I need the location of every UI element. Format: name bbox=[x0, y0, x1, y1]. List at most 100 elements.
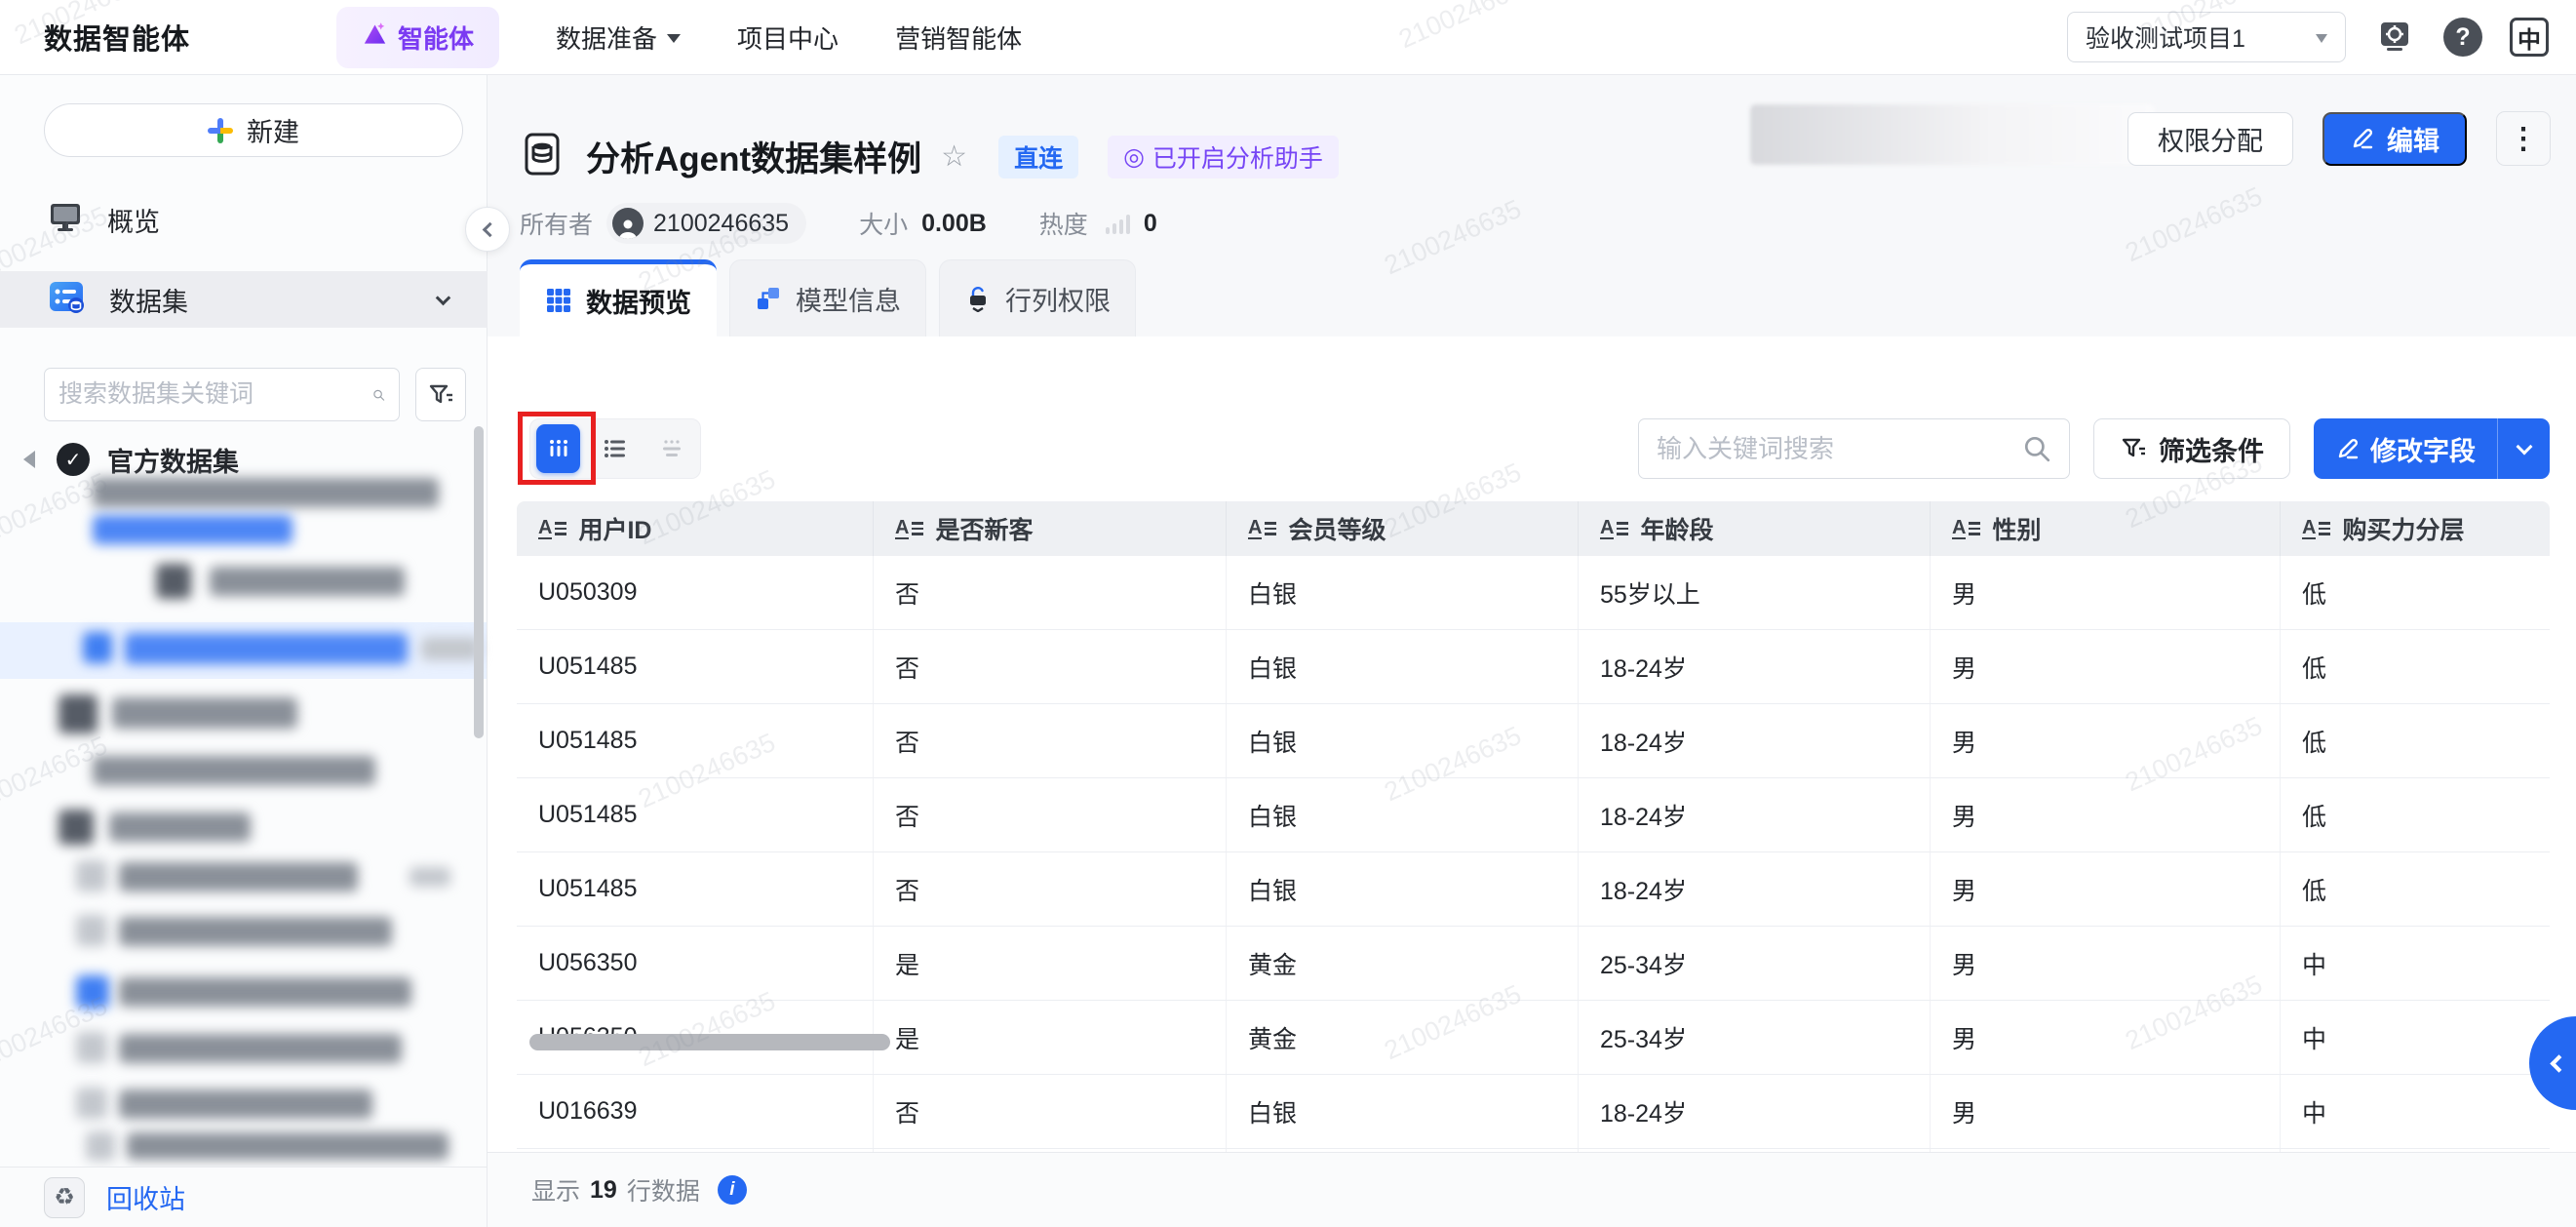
nav-item-project-center[interactable]: 项目中心 bbox=[737, 20, 839, 56]
info-icon[interactable]: i bbox=[718, 1175, 747, 1205]
horizontal-scrollbar[interactable] bbox=[529, 1034, 890, 1050]
tab-data-preview[interactable]: 数据预览 bbox=[520, 259, 717, 336]
table-cell: 低 bbox=[2281, 556, 2550, 629]
table-cell: 男 bbox=[1931, 852, 2281, 926]
chevron-down-icon bbox=[2316, 34, 2327, 43]
edit-fields-dropdown-button[interactable] bbox=[2497, 418, 2550, 479]
redacted-item[interactable] bbox=[125, 633, 408, 664]
table-cell: 18-24岁 bbox=[1579, 704, 1931, 777]
table-cell: 否 bbox=[874, 630, 1227, 703]
footer-show-label: 显示 bbox=[531, 1172, 580, 1207]
tree-expander-icon[interactable] bbox=[23, 451, 35, 468]
redacted-item[interactable] bbox=[93, 478, 439, 507]
table-cell: U051485 bbox=[517, 630, 874, 703]
table-cell: 低 bbox=[2281, 704, 2550, 777]
redacted-item[interactable] bbox=[119, 977, 411, 1007]
redacted-item[interactable] bbox=[76, 1088, 107, 1119]
owner-pill: 2100246635 bbox=[606, 203, 806, 244]
table-cell: 25-34岁 bbox=[1579, 1001, 1931, 1074]
nav-item-data-prep[interactable]: 数据准备 bbox=[556, 20, 681, 56]
redacted-item[interactable] bbox=[119, 917, 392, 946]
table-row: U056350是黄金25-34岁男中 bbox=[517, 927, 2550, 1001]
sidebar-item-datasets[interactable]: 数据集 bbox=[0, 271, 488, 328]
app-screen: 数据智能体 智能体 数据准备 项目中心 营销 bbox=[0, 0, 2576, 1227]
plus-icon bbox=[208, 118, 233, 143]
compact-rows-icon bbox=[658, 435, 685, 462]
edit-button[interactable]: 编辑 bbox=[2322, 112, 2467, 166]
table-header-cell: A年龄段 bbox=[1579, 501, 1931, 556]
redacted-item[interactable] bbox=[119, 1089, 372, 1119]
workspace-settings-icon[interactable] bbox=[2373, 16, 2416, 59]
redacted-item[interactable] bbox=[112, 697, 297, 729]
nav-item-agent[interactable]: 智能体 bbox=[336, 7, 499, 68]
redacted-item[interactable] bbox=[109, 812, 251, 842]
help-icon[interactable]: ? bbox=[2443, 18, 2482, 57]
database-icon bbox=[520, 132, 565, 181]
redacted-item[interactable] bbox=[59, 694, 98, 733]
redacted-item[interactable] bbox=[76, 1032, 107, 1063]
pencil-icon bbox=[2335, 436, 2361, 461]
redacted-item[interactable] bbox=[119, 1034, 402, 1063]
compact-view-button[interactable] bbox=[650, 424, 694, 473]
tab-model-info[interactable]: 模型信息 bbox=[729, 259, 926, 336]
star-icon[interactable]: ☆ bbox=[941, 139, 967, 174]
redacted-item[interactable] bbox=[127, 1132, 449, 1160]
table-header-cell: A性别 bbox=[1931, 501, 2281, 556]
table-cell: 中 bbox=[2281, 1001, 2550, 1074]
tab-label: 模型信息 bbox=[796, 280, 901, 318]
table-row: U016639否白银18-24岁男中 bbox=[517, 1075, 2550, 1149]
top-bar: 数据智能体 智能体 数据准备 项目中心 营销 bbox=[0, 0, 2576, 75]
redacted-item[interactable] bbox=[83, 632, 112, 663]
filter-conditions-button[interactable]: 筛选条件 bbox=[2093, 418, 2290, 479]
dataset-filter-button[interactable] bbox=[415, 368, 466, 421]
redacted-item[interactable] bbox=[76, 915, 107, 946]
edit-fields-button[interactable]: 修改字段 bbox=[2314, 418, 2497, 479]
redacted-item[interactable] bbox=[210, 567, 405, 596]
redacted-item[interactable] bbox=[119, 862, 358, 891]
table-cell: 18-24岁 bbox=[1579, 852, 1931, 926]
app-logo[interactable]: 数据智能体 bbox=[44, 17, 190, 58]
table-cell: 黄金 bbox=[1227, 927, 1579, 1000]
table-cell: 男 bbox=[1931, 1075, 2281, 1148]
search-icon bbox=[372, 381, 385, 409]
list-view-button[interactable] bbox=[593, 424, 637, 473]
table-cell: 黄金 bbox=[1227, 1001, 1579, 1074]
redacted-item[interactable] bbox=[93, 756, 375, 785]
dataset-search bbox=[44, 368, 400, 421]
new-button[interactable]: 新建 bbox=[44, 103, 463, 157]
agent-triangle-icon bbox=[362, 20, 388, 54]
redacted-item[interactable] bbox=[76, 860, 107, 891]
tree-node-official-datasets[interactable]: ✓ 官方数据集 bbox=[0, 438, 474, 481]
redacted-item[interactable] bbox=[410, 867, 450, 887]
project-select[interactable]: 验收测试项目1 bbox=[2067, 12, 2346, 62]
redacted-item[interactable] bbox=[421, 637, 480, 660]
chevron-down-icon bbox=[667, 34, 681, 43]
keyword-search-input[interactable] bbox=[1657, 434, 2022, 464]
table-row: U050309否白银55岁以上男低 bbox=[517, 556, 2550, 630]
language-icon[interactable]: 中 bbox=[2510, 18, 2549, 57]
dataset-search-input[interactable] bbox=[59, 380, 372, 409]
column-label: 是否新客 bbox=[935, 511, 1033, 546]
redacted-item[interactable] bbox=[93, 515, 293, 544]
recycle-icon: ♻ bbox=[44, 1177, 85, 1218]
table-cell: 白银 bbox=[1227, 630, 1579, 703]
nav-item-marketing-agent[interactable]: 营销智能体 bbox=[895, 20, 1022, 56]
permission-button[interactable]: 权限分配 bbox=[2127, 112, 2293, 166]
redacted-item[interactable] bbox=[86, 1131, 115, 1161]
sidebar-item-overview[interactable]: 概览 bbox=[0, 191, 488, 248]
table-cell: 男 bbox=[1931, 1001, 2281, 1074]
table-body: U050309否白银55岁以上男低U051485否白银18-24岁男低U0514… bbox=[517, 556, 2550, 1216]
sidebar-collapse-button[interactable] bbox=[465, 207, 510, 252]
tab-row-column-permission[interactable]: 行列权限 bbox=[939, 259, 1136, 336]
table-cell: 男 bbox=[1931, 704, 2281, 777]
project-select-value: 验收测试项目1 bbox=[2086, 20, 2245, 55]
recycle-bin-link[interactable]: 回收站 bbox=[106, 1178, 185, 1216]
more-actions-button[interactable]: ⋮ bbox=[2496, 111, 2551, 166]
table-footer: 显示 19 行数据 i bbox=[488, 1152, 2576, 1227]
redacted-item[interactable] bbox=[76, 975, 109, 1009]
redacted-item[interactable] bbox=[59, 810, 94, 845]
redacted-item[interactable] bbox=[156, 564, 191, 599]
sidebar-scrollbar[interactable] bbox=[474, 426, 484, 738]
table-header-row: A用户IDA是否新客A会员等级A年龄段A性别A购买力分层 bbox=[517, 501, 2550, 556]
table-row: U051485否白银18-24岁男低 bbox=[517, 852, 2550, 927]
